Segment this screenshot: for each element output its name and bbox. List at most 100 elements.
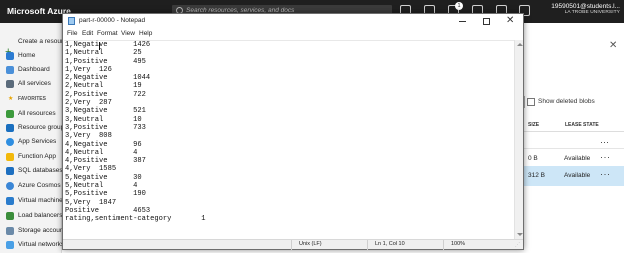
sidebar-item-sql-databases[interactable]: SQL databases — [0, 164, 63, 178]
lightning-icon — [6, 153, 14, 161]
text-line: 3,Very 808 — [65, 132, 112, 141]
sidebar-item-dashboard[interactable]: Dashboard — [0, 63, 62, 77]
sidebar-item-load-balancers[interactable]: Load balancers — [0, 209, 62, 223]
sidebar-item-label: App Services — [18, 138, 57, 145]
status-divider — [367, 240, 368, 250]
sidebar-item-resource-groups[interactable]: Resource groups — [0, 121, 68, 135]
grid-icon — [6, 110, 14, 118]
globe-icon — [6, 138, 14, 146]
status-divider — [291, 240, 292, 250]
menu-format[interactable]: Format — [97, 30, 118, 37]
sidebar-item-label: Home — [18, 52, 36, 59]
column-header-size[interactable]: SIZE — [528, 122, 539, 128]
status-divider — [443, 240, 444, 250]
text-line: 5,Very 1847 — [65, 198, 117, 207]
close-window-button[interactable]: ✕ — [499, 14, 523, 29]
more-options-icon[interactable]: ··· — [600, 152, 611, 162]
account-username: 19590501@students.l... — [551, 3, 620, 10]
text-line: 4,Positive 387 — [65, 157, 146, 166]
text-line: 2,Neutral 19 — [65, 82, 142, 91]
status-line-ending: Unix (LF) — [299, 241, 322, 247]
notepad-app-icon — [68, 17, 75, 25]
document-text: 1,Negative 1426 1,Neutral 25 1,Positive 49… — [65, 41, 205, 224]
sidebar-item-storage-accounts[interactable]: Storage accounts — [0, 224, 69, 238]
column-header-lease-state[interactable]: LEASE STATE — [565, 122, 599, 128]
blob-lease-state: Available — [564, 155, 591, 162]
more-options-icon[interactable]: ··· — [600, 169, 611, 179]
text-line: rating,sentiment-category 1 — [65, 215, 206, 224]
home-icon — [6, 52, 14, 60]
blob-size: 312 B — [528, 172, 545, 179]
menu-edit[interactable]: Edit — [82, 30, 93, 37]
storage-icon — [6, 227, 14, 235]
text-line: 1,Neutral 25 — [65, 49, 142, 58]
text-line: 1,Negative 1426 — [65, 41, 151, 49]
menu-help[interactable]: Help — [139, 30, 152, 37]
blob-size: 0 B — [528, 155, 538, 162]
text-line: 5,Positive 190 — [65, 190, 146, 199]
text-line: 2,Negative 1044 — [65, 74, 151, 83]
text-line: 5,Neutral 4 — [65, 182, 138, 191]
close-icon[interactable]: ✕ — [609, 40, 617, 51]
cube-icon — [6, 124, 14, 132]
minimize-icon — [459, 21, 466, 22]
text-line: 1,Positive 495 — [65, 57, 146, 66]
azure-sidebar: + Create a resource Home Dashboard All s… — [0, 23, 71, 253]
sidebar-item-cosmos-db[interactable]: Azure Cosmos DB — [0, 179, 71, 193]
network-icon — [6, 241, 14, 249]
text-editor-area[interactable]: 1,Negative 1426 1,Neutral 25 1,Positive 49… — [64, 40, 514, 239]
blob-lease-state: Available — [564, 172, 591, 179]
sidebar-item-app-services[interactable]: App Services — [0, 135, 62, 149]
vertical-scrollbar[interactable] — [514, 40, 523, 239]
cosmos-icon — [6, 182, 14, 190]
menu-view[interactable]: View — [121, 30, 135, 37]
scroll-up-arrow-icon[interactable] — [517, 43, 523, 46]
sidebar-item-label: Resource groups — [18, 124, 68, 131]
header-divider — [520, 131, 624, 132]
scroll-down-arrow-icon[interactable] — [517, 233, 523, 236]
window-title: part-r-00000 - Notepad — [79, 17, 146, 24]
text-line: 2,Positive 722 — [65, 90, 146, 99]
sidebar-item-virtual-machines[interactable]: Virtual machines — [0, 194, 66, 208]
dashboard-icon — [6, 66, 14, 74]
sidebar-item-home[interactable]: Home — [0, 49, 62, 63]
maximize-icon — [483, 18, 490, 25]
text-line: 3,Positive 733 — [65, 123, 146, 132]
table-row-selected[interactable]: 312 B Available ··· — [520, 166, 624, 186]
menu-file[interactable]: File — [67, 30, 77, 37]
notification-badge: 1 — [455, 2, 463, 10]
sidebar-item-label: Virtual machines — [18, 197, 66, 204]
minimize-button[interactable] — [451, 14, 475, 29]
monitor-icon — [6, 197, 14, 205]
sidebar-item-label: Virtual networks — [18, 241, 65, 248]
show-deleted-checkbox[interactable] — [527, 98, 535, 106]
sidebar-item-all-resources[interactable]: All resources — [0, 107, 62, 121]
sidebar-item-label: Storage accounts — [18, 227, 69, 234]
text-line: 1,Very 126 — [65, 65, 112, 74]
star-icon: ★ — [8, 96, 14, 102]
sidebar-item-virtual-networks[interactable]: Virtual networks — [0, 238, 65, 252]
show-deleted-label: Show deleted blobs — [538, 98, 595, 105]
text-line: 5,Negative 30 — [65, 173, 142, 182]
notepad-title-bar[interactable]: part-r-00000 - Notepad ✕ — [63, 14, 523, 29]
database-icon — [6, 167, 14, 175]
sidebar-item-label: All services — [18, 80, 51, 87]
text-line: 3,Negative 521 — [65, 107, 146, 116]
notepad-window[interactable]: part-r-00000 - Notepad ✕ File Edit Forma… — [62, 13, 524, 250]
close-icon: ✕ — [506, 15, 515, 26]
account-menu[interactable]: 19590501@students.l... LA TROBE UNIVERSI… — [536, 3, 620, 15]
text-cursor — [99, 42, 100, 50]
status-bar: Unix (LF) Ln 1, Col 10 100% ⋰ — [63, 239, 523, 250]
sidebar-item-label: SQL databases — [18, 167, 63, 174]
sidebar-item-label: Load balancers — [18, 212, 63, 219]
maximize-button[interactable] — [475, 14, 499, 29]
sidebar-item-all-services[interactable]: All services — [0, 77, 62, 91]
status-cursor-position: Ln 1, Col 10 — [375, 241, 405, 247]
sidebar-item-function-app[interactable]: Function App — [0, 150, 62, 164]
sidebar-item-label: All resources — [18, 110, 56, 117]
more-options-icon[interactable]: ··· — [600, 137, 609, 147]
menu-bar: File Edit Format View Help — [63, 29, 523, 40]
resize-grip-icon[interactable]: ⋰ — [515, 242, 520, 248]
sidebar-item-create[interactable]: + Create a resource — [0, 35, 70, 58]
account-organization: LA TROBE UNIVERSITY — [564, 10, 620, 15]
